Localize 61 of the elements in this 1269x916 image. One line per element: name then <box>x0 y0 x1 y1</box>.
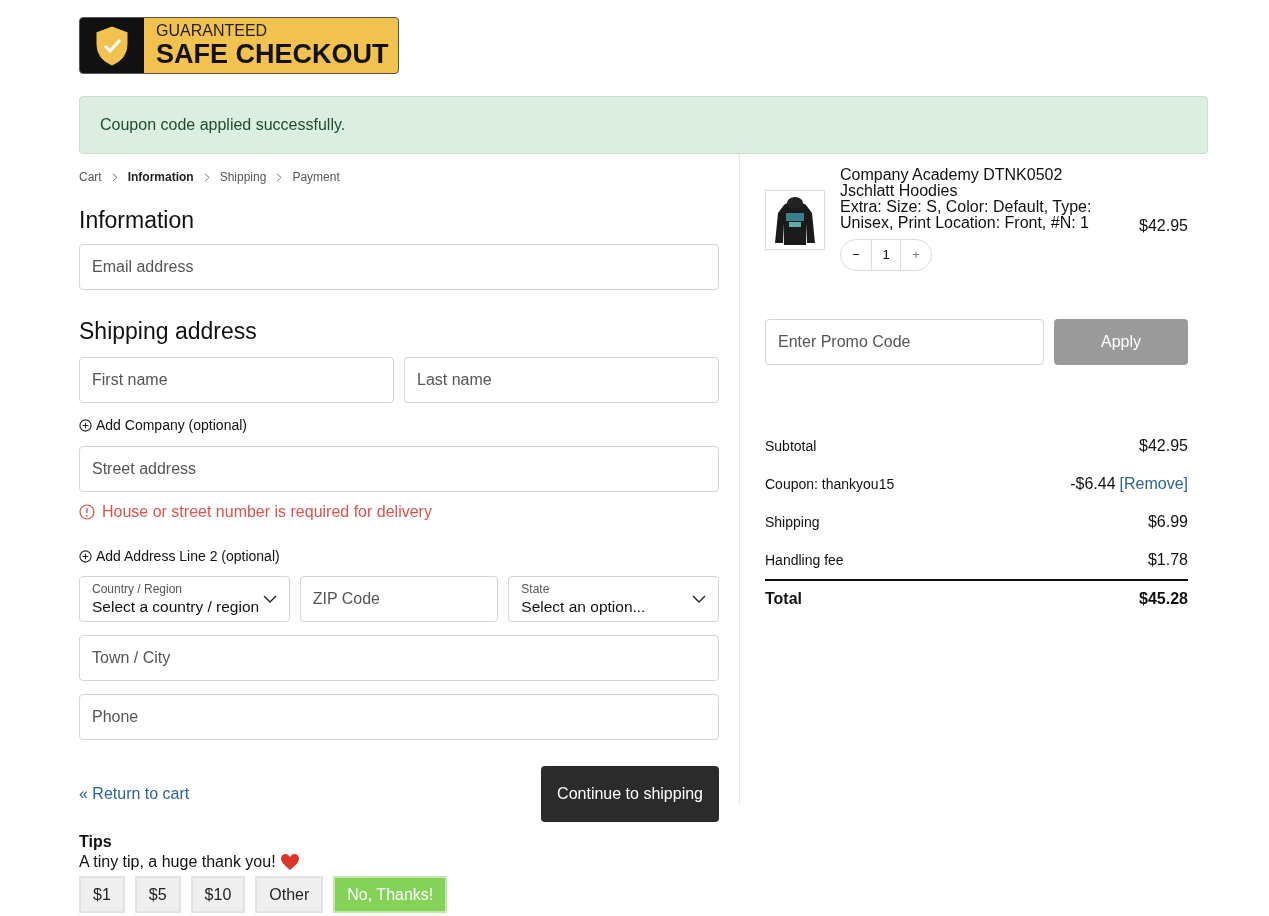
badge-top-text: GUARANTEED <box>156 23 269 39</box>
error-message: House or street number is required for delivery <box>102 502 432 522</box>
breadcrumb-link[interactable]: Information <box>127 168 194 186</box>
remove-coupon-link[interactable]: [Remove] <box>1119 472 1188 496</box>
chevron-right-icon <box>276 172 283 182</box>
tip-button[interactable]: $1 <box>79 876 125 913</box>
alert-circle-icon <box>79 504 95 520</box>
text-field[interactable]: Town / City <box>79 635 719 681</box>
text-field[interactable]: ZIP Code <box>299 576 499 622</box>
plus-circle-icon <box>79 550 92 563</box>
return-to-cart-link[interactable]: « Return to cart <box>79 782 190 806</box>
total-label: Total <box>765 589 803 609</box>
product-name: Company Academy DTNK0502 Jschlatt Hoodies <box>840 167 1064 199</box>
text-field[interactable]: Street address <box>79 446 719 492</box>
decrease-button[interactable]: − <box>841 240 871 270</box>
breadcrumb-link[interactable]: Shipping <box>219 168 267 186</box>
select-field[interactable]: Country / Region Select a country / region <box>79 576 290 622</box>
continue-button[interactable]: Continue to shipping <box>541 766 719 822</box>
summary-value: $42.95 <box>1139 436 1188 456</box>
section-heading: Information <box>79 206 196 234</box>
section-heading: Shipping address <box>79 317 258 345</box>
chevron-down-icon <box>262 595 277 603</box>
summary-label: Handling fee <box>765 550 844 570</box>
field-label: State <box>521 581 551 597</box>
field-label: Country / Region <box>92 581 184 597</box>
field-value: Select an option... <box>521 597 647 617</box>
increase-button[interactable]: + <box>901 240 931 270</box>
tips-heading: Tips <box>79 834 113 850</box>
chevron-right-icon <box>111 172 118 182</box>
heart-icon <box>279 853 300 871</box>
text-field[interactable]: Phone <box>79 694 719 740</box>
product-price: $42.95 <box>1139 216 1188 236</box>
text-field[interactable]: First name <box>79 357 394 403</box>
product-details: Extra: Size: S, Color: Default, Type: Unisex, Print Location: Front, #N: 1 <box>840 199 1093 231</box>
add-company-link[interactable]: Add Company (optional) <box>79 415 247 436</box>
summary-label: Coupon: thankyou15 <box>765 474 895 494</box>
tip-button[interactable]: Other <box>255 876 324 913</box>
chevron-right-icon <box>203 172 210 182</box>
badge-title: SAFE CHECKOUT <box>156 41 389 68</box>
success-notice: Coupon code applied successfully. <box>79 96 1208 154</box>
quantity-value: 1 <box>871 240 901 270</box>
shield-check-icon <box>93 23 131 68</box>
summary-value: $1.78 <box>1147 550 1188 570</box>
field-value: Select a country / region <box>92 597 261 617</box>
tips-message: A tiny tip, a huge thank you! <box>79 852 276 872</box>
add-address-line-link[interactable]: Add Address Line 2 (optional) <box>79 546 280 567</box>
summary-label: Subtotal <box>765 436 817 456</box>
tip-button[interactable]: $10 <box>190 876 246 913</box>
text-field[interactable]: Last name <box>404 357 719 403</box>
tip-button[interactable]: $5 <box>134 876 181 913</box>
text-field[interactable]: Email address <box>79 244 719 290</box>
total-value: $45.28 <box>1139 589 1188 609</box>
breadcrumb-link[interactable]: Cart <box>79 168 102 186</box>
breadcrumb-link[interactable]: Payment <box>292 168 340 186</box>
summary-value: $6.99 <box>1147 512 1188 532</box>
chevron-down-icon <box>692 595 706 603</box>
promo-code-field[interactable]: Enter Promo Code <box>765 319 1044 365</box>
select-field[interactable]: State Select an option... <box>508 576 719 622</box>
summary-value: -$6.44 <box>1070 474 1116 494</box>
plus-circle-icon <box>79 419 92 432</box>
summary-label: Shipping <box>765 512 820 532</box>
